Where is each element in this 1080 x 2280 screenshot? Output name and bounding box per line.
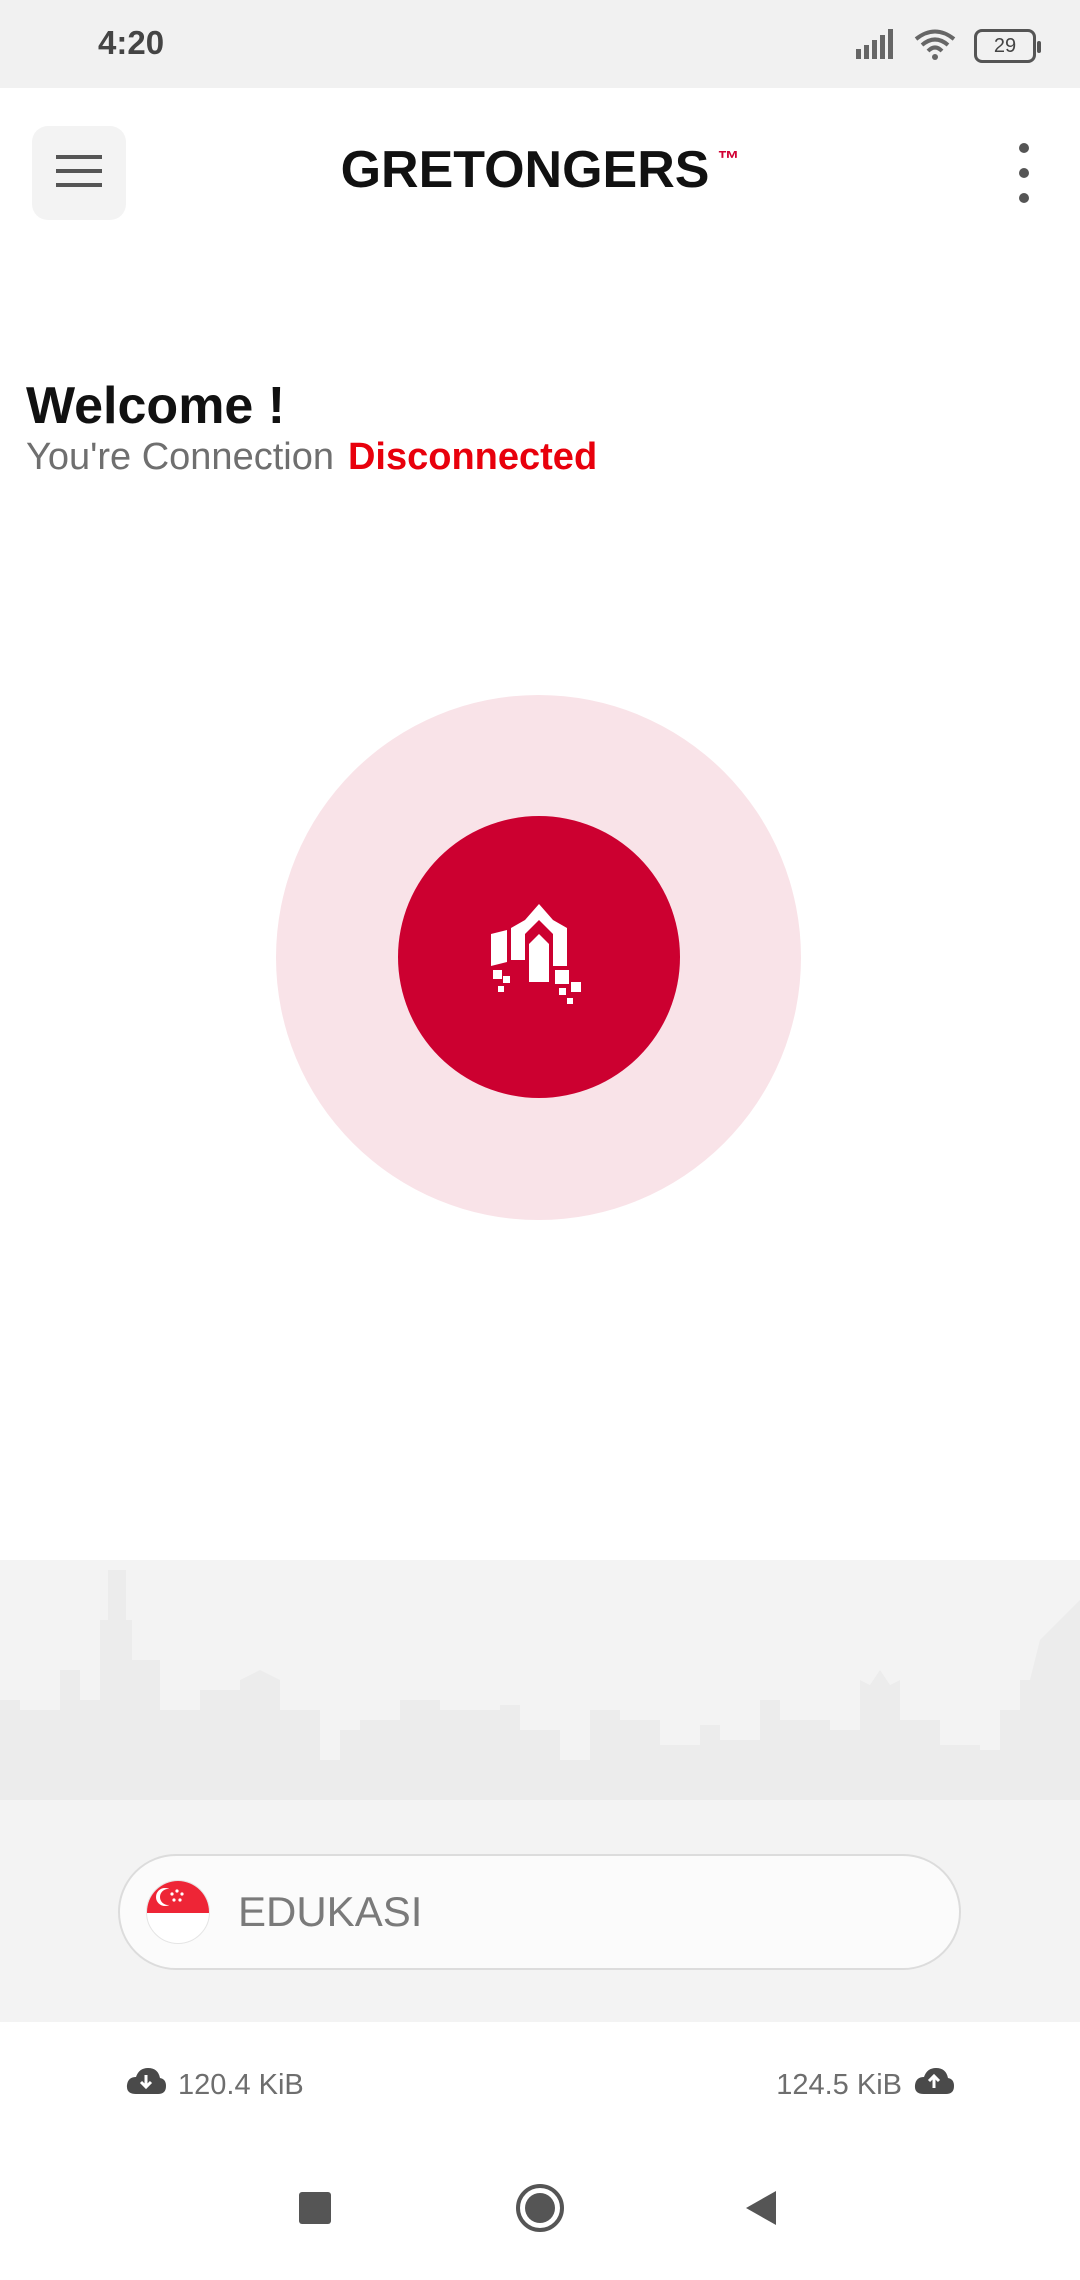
welcome-title: Welcome !	[26, 377, 286, 435]
more-vertical-icon-dot	[1019, 143, 1029, 153]
server-selector[interactable]: EDUKASI	[118, 1854, 961, 1970]
download-stat: 120.4 KiB	[126, 2066, 304, 2104]
connection-prefix: You're Connection	[26, 436, 334, 478]
signal-icon	[856, 28, 896, 64]
circle-icon	[515, 2183, 565, 2238]
cloud-upload-icon	[914, 2066, 954, 2104]
status-time: 4:20	[98, 24, 165, 61]
status-bar: 4:20 29	[0, 0, 1080, 88]
download-amount: 120.4 KiB	[178, 2068, 304, 2101]
app-header: GRETONGERS ™	[0, 88, 1080, 258]
trademark: ™	[717, 146, 740, 171]
cloud-download-icon	[126, 2066, 166, 2104]
more-options-button[interactable]	[1012, 143, 1036, 203]
back-button[interactable]	[730, 2180, 790, 2240]
back-triangle-icon	[742, 2189, 778, 2232]
singapore-flag-icon	[146, 1880, 210, 1944]
app-title: GRETONGERS ™	[0, 140, 1080, 200]
status-icons: 29	[856, 24, 1041, 68]
recents-button[interactable]	[285, 2180, 345, 2240]
connect-button[interactable]	[398, 816, 680, 1098]
app-logo-icon	[489, 900, 589, 1015]
wifi-icon	[914, 28, 956, 65]
upload-amount: 124.5 KiB	[776, 2068, 902, 2101]
app-title-text: GRETONGERS	[340, 141, 710, 199]
connection-status: Disconnected	[347, 436, 598, 478]
connection-line: You're Connection Disconnected	[26, 436, 597, 479]
upload-stat: 124.5 KiB	[776, 2066, 954, 2104]
more-vertical-icon-dot	[1019, 193, 1029, 203]
more-vertical-icon-dot	[1019, 168, 1029, 178]
traffic-bar: 120.4 KiB 124.5 KiB	[0, 2022, 1080, 2152]
system-nav-bar	[0, 2152, 1080, 2280]
battery-icon: 29	[974, 29, 1041, 63]
server-name: EDUKASI	[238, 1888, 423, 1935]
square-icon	[298, 2191, 332, 2230]
home-button[interactable]	[510, 2180, 570, 2240]
